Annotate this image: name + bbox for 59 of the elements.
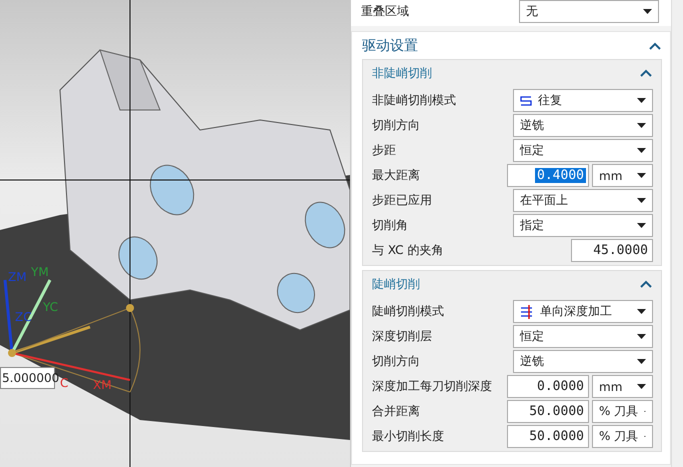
field-label: 深度切削层	[372, 328, 432, 345]
unit-dropdown[interactable]: mm	[592, 164, 653, 187]
field-label: 步距	[372, 142, 396, 159]
group-title: 陡峭切削	[372, 276, 420, 292]
number-field[interactable]: 0.4000	[507, 164, 589, 187]
dropdown-arrow-icon	[637, 309, 646, 314]
dropdown-arrow-icon	[637, 334, 646, 339]
field-label: 与 XC 的夹角	[372, 242, 444, 259]
dropdown[interactable]: 恒定	[513, 325, 653, 348]
unit-dropdown[interactable]: % 刀具	[592, 425, 653, 448]
number-field[interactable]: 45.0000	[571, 239, 653, 262]
dropdown-arrow-icon	[643, 8, 652, 14]
dropdown-arrow-icon	[637, 148, 646, 153]
collapse-caret-icon	[649, 42, 661, 50]
dropdown-arrow-icon	[637, 123, 646, 128]
collapse-button[interactable]	[639, 278, 653, 290]
dropdown[interactable]: 无	[519, 0, 659, 22]
field-label: 步距已应用	[372, 192, 432, 209]
dropdown[interactable]: 往复	[513, 89, 653, 112]
number-field[interactable]: 50.0000	[507, 425, 589, 448]
scrollbar[interactable]	[671, 0, 683, 467]
dropdown-arrow-icon	[637, 98, 646, 103]
field-label: 非陡峭切削模式	[372, 92, 456, 109]
field-label: 陡峭切削模式	[372, 303, 444, 320]
field-label: 切削角	[372, 217, 408, 234]
dropdown-arrow-icon	[637, 173, 646, 178]
zigzag-path-icon	[520, 96, 532, 106]
dropdown-arrow-icon	[637, 198, 646, 203]
dropdown[interactable]: 单向深度加工	[513, 300, 653, 323]
dropdown-arrow-icon	[637, 223, 646, 228]
field-label: 最小切削长度	[372, 428, 444, 445]
field-label: 切削方向	[372, 353, 420, 370]
number-field[interactable]: 50.0000	[507, 400, 589, 423]
collapse-caret-icon	[640, 69, 652, 77]
dropdown[interactable]: 指定	[513, 214, 653, 237]
section-title: 驱动设置	[362, 36, 418, 54]
number-field[interactable]: 0.0000	[507, 375, 589, 398]
field-label: 深度加工每刀切削深度	[372, 378, 492, 395]
unit-dropdown[interactable]: % 刀具	[592, 400, 653, 423]
axis-label: XM	[93, 378, 112, 392]
dropdown-arrow-icon	[637, 359, 646, 364]
depth-cut-icon	[520, 304, 534, 318]
axis-label: C	[60, 376, 68, 390]
unit-dropdown[interactable]: mm	[592, 375, 653, 398]
axis-label: YM	[31, 265, 49, 279]
collapse-caret-icon	[640, 280, 652, 288]
field-label: 切削方向	[372, 117, 420, 134]
field-label: 最大距离	[372, 167, 420, 184]
field-label: 合并距离	[372, 403, 420, 420]
dropdown[interactable]: 逆铣	[513, 350, 653, 373]
dropdown[interactable]: 逆铣	[513, 114, 653, 137]
axis-label: ZM	[8, 270, 27, 284]
axis-label: YC	[43, 300, 58, 314]
collapse-button[interactable]	[639, 67, 653, 79]
dropdown[interactable]: 在平面上	[513, 189, 653, 212]
dropdown-arrow-icon	[637, 384, 646, 389]
dropdown[interactable]: 恒定	[513, 139, 653, 162]
field-label: 重叠区域	[361, 2, 409, 20]
group-title: 非陡峭切削	[372, 64, 432, 82]
